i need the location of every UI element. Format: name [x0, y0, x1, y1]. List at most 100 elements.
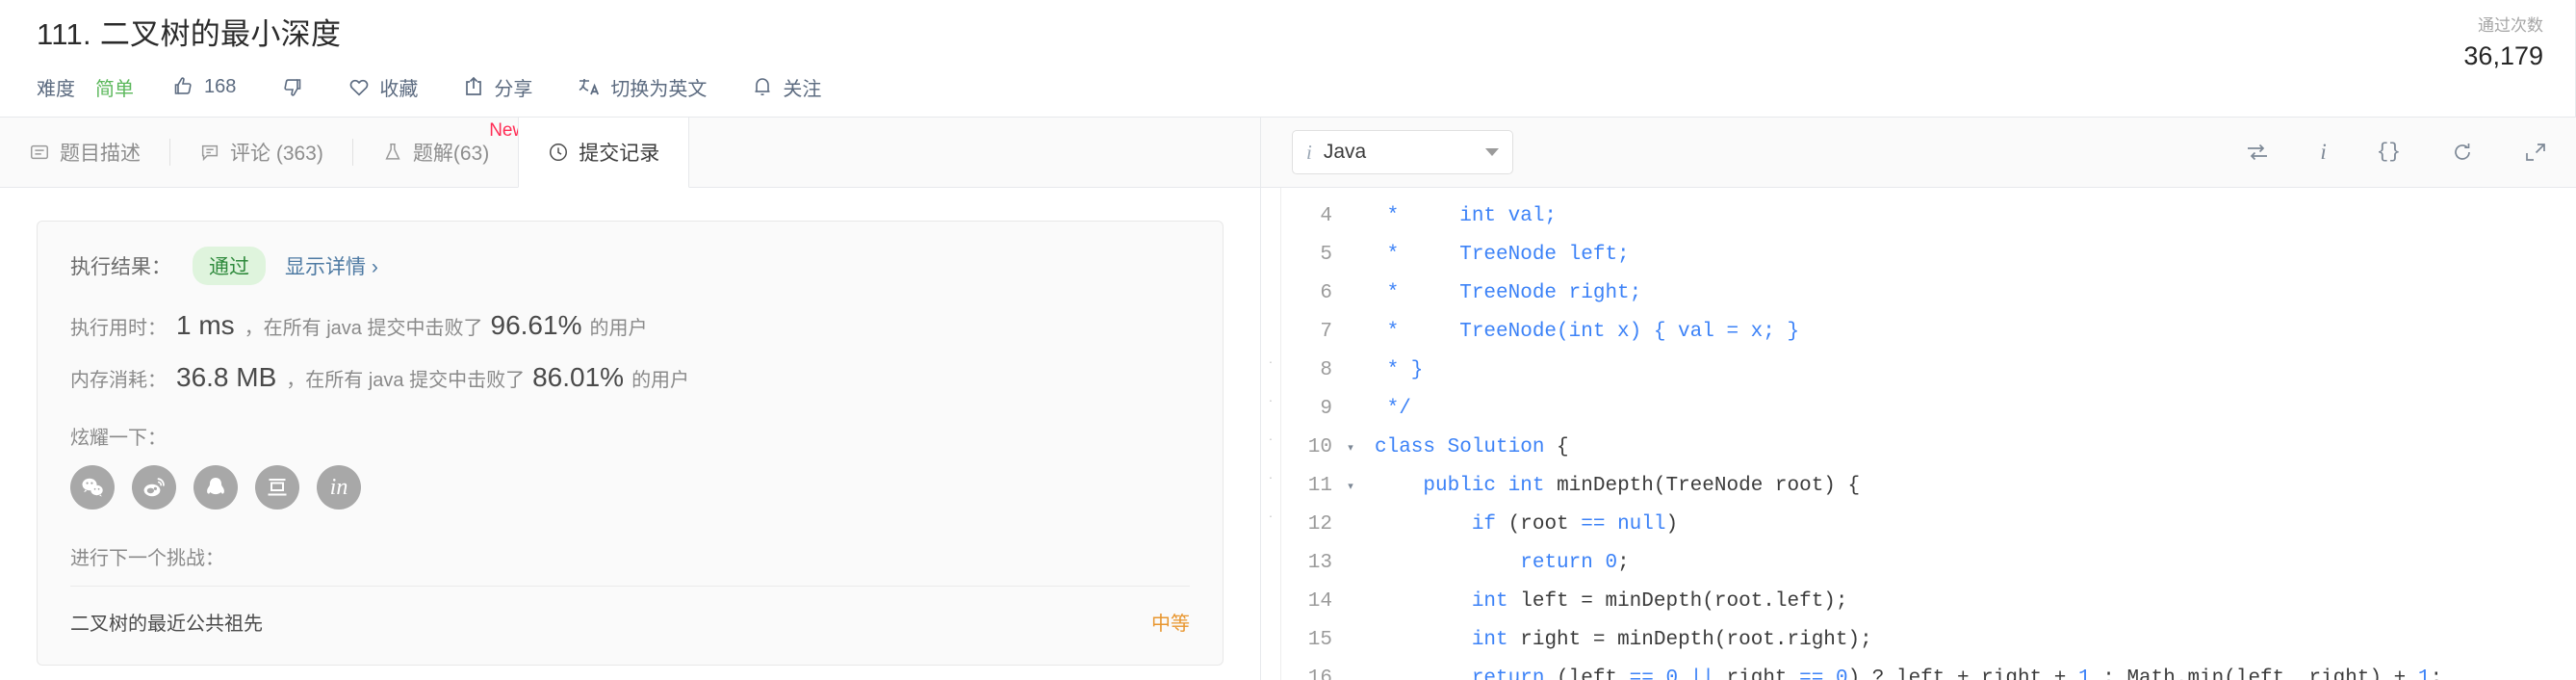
- language-select[interactable]: i Java: [1292, 130, 1513, 174]
- favorite-button[interactable]: 收藏: [348, 73, 418, 101]
- line-number: 11: [1307, 475, 1332, 497]
- code-line[interactable]: * TreeNode right;: [1375, 275, 2576, 313]
- dislike-button[interactable]: [280, 75, 303, 98]
- gutter-dot: ·: [1268, 431, 1274, 447]
- next-challenge-title[interactable]: 二叉树的最近公共祖先: [70, 608, 263, 636]
- difficulty-group: 难度 简单: [37, 73, 134, 101]
- tab-solutions-text: 题解(63): [412, 143, 490, 165]
- right-panel: i Java i {} · · · · · 4 5 6 7 8 9 10 11 …: [1261, 118, 2576, 680]
- code-token: public: [1423, 475, 1508, 497]
- editor-toolbar: i Java i {}: [1261, 118, 2576, 188]
- fold-toggle[interactable]: ▾: [1340, 467, 1361, 506]
- code-token: null: [1617, 513, 1666, 536]
- info-icon[interactable]: i: [2320, 140, 2326, 165]
- code-token: * TreeNode left;: [1375, 244, 1630, 266]
- difficulty-value: 简单: [95, 78, 134, 100]
- code-line[interactable]: return 0;: [1375, 544, 2576, 583]
- code-fold-gutter[interactable]: ▾ ▾: [1340, 188, 1361, 680]
- share-button[interactable]: 分享: [462, 73, 532, 101]
- code-line[interactable]: return (left == 0 || right == 0) ? left …: [1375, 660, 2576, 680]
- accepted-stats-value: 36,179: [2463, 41, 2543, 70]
- shuffle-icon[interactable]: [2245, 142, 2270, 163]
- code-token: int: [1507, 475, 1558, 497]
- runtime-value: 1 ms: [176, 310, 235, 340]
- weibo-share-button[interactable]: [132, 465, 176, 510]
- tab-submissions[interactable]: 提交记录: [518, 118, 690, 188]
- runtime-percentile: 96.61%: [490, 310, 582, 340]
- translate-button[interactable]: 切换为英文: [577, 73, 707, 101]
- code-token: ): [1665, 513, 1679, 536]
- douban-share-button[interactable]: [255, 465, 299, 510]
- code-line[interactable]: */: [1375, 390, 2576, 429]
- editor-vertical-separator: [1280, 188, 1281, 680]
- qq-share-button[interactable]: [193, 465, 238, 510]
- code-token: * }: [1375, 359, 1424, 381]
- code-line[interactable]: * int val;: [1375, 197, 2576, 236]
- tab-solutions[interactable]: 题解(63) New: [353, 118, 526, 187]
- difficulty-label: 难度: [37, 78, 75, 100]
- line-number: 10: [1307, 436, 1332, 458]
- tab-comments[interactable]: 评论 (363): [170, 118, 352, 187]
- thumbs-down-icon: [280, 75, 303, 98]
- code-token: ) ? left + right +: [1847, 667, 2079, 680]
- tab-submissions-label: 提交记录: [579, 143, 660, 165]
- weibo-icon: [141, 474, 167, 501]
- code-line[interactable]: * }: [1375, 352, 2576, 390]
- translate-icon: [577, 75, 602, 98]
- code-token: (root: [1507, 513, 1582, 536]
- share-icon: [462, 75, 485, 98]
- thumbs-up-icon: [172, 75, 195, 98]
- code-editor[interactable]: ····· 456789101112131415161718 ▾▾ * int …: [1261, 188, 2576, 680]
- expand-icon[interactable]: [2524, 142, 2547, 163]
- runtime-suffix: 的用户: [589, 318, 648, 339]
- braces-icon[interactable]: {}: [2377, 142, 2401, 164]
- status-badge: 通过: [193, 247, 266, 285]
- follow-label: 关注: [783, 78, 822, 100]
- wechat-share-button[interactable]: [70, 465, 115, 510]
- code-line[interactable]: public int minDepth(TreeNode root) {: [1375, 467, 2576, 506]
- flask-icon: [382, 142, 403, 163]
- code-token: int: [1471, 590, 1521, 613]
- line-number: 12: [1307, 513, 1332, 536]
- tab-description-label: 题目描述: [60, 143, 141, 165]
- code-line[interactable]: * TreeNode(int x) { val = x; }: [1375, 313, 2576, 352]
- show-detail-link[interactable]: 显示详情 ›: [285, 251, 378, 280]
- code-content[interactable]: * int val; * TreeNode left; * TreeNode r…: [1361, 188, 2576, 680]
- like-button[interactable]: 168: [172, 75, 236, 98]
- linkedin-share-button[interactable]: in: [317, 465, 361, 510]
- follow-button[interactable]: 关注: [751, 73, 821, 101]
- problem-header: 111. 二叉树的最小深度 难度 简单 168 收藏 分享 切换为英文 关注 通…: [0, 0, 2576, 118]
- code-token: 1: [2078, 667, 2103, 680]
- reset-icon[interactable]: [2451, 142, 2474, 163]
- execution-result-label: 执行结果：: [70, 256, 171, 278]
- code-token: return: [1471, 667, 1558, 680]
- submission-result-card: 执行结果： 通过 显示详情 › 执行用时： 1 ms ，在所有 java 提交中…: [37, 221, 1224, 666]
- code-area[interactable]: 456789101112131415161718 ▾▾ * int val; *…: [1280, 188, 2576, 680]
- code-line[interactable]: class Solution {: [1375, 429, 2576, 467]
- line-number: 16: [1307, 667, 1332, 680]
- code-line[interactable]: int left = minDepth(root.left);: [1375, 583, 2576, 621]
- code-line[interactable]: if (root == null): [1375, 506, 2576, 544]
- code-token: minDepth(TreeNode root) {: [1557, 475, 1861, 497]
- code-token: right: [1726, 667, 1800, 680]
- line-number: 13: [1307, 552, 1332, 574]
- tab-description[interactable]: 题目描述: [0, 118, 169, 187]
- accepted-stats: 通过次数 36,179: [2341, 13, 2543, 73]
- memory-suffix: 的用户: [631, 370, 690, 391]
- language-select-value: Java: [1323, 141, 1367, 163]
- page-body: 题目描述 评论 (363) 题解(63) New 提交记录 执行结果： 通过 显…: [0, 118, 2576, 680]
- line-number: 8: [1320, 359, 1332, 381]
- code-line[interactable]: * TreeNode left;: [1375, 236, 2576, 275]
- code-line[interactable]: int right = minDepth(root.right);: [1375, 621, 2576, 660]
- fold-toggle[interactable]: ▾: [1340, 429, 1361, 467]
- line-number: 4: [1320, 205, 1332, 227]
- show-off-label: 炫耀一下：: [70, 428, 167, 449]
